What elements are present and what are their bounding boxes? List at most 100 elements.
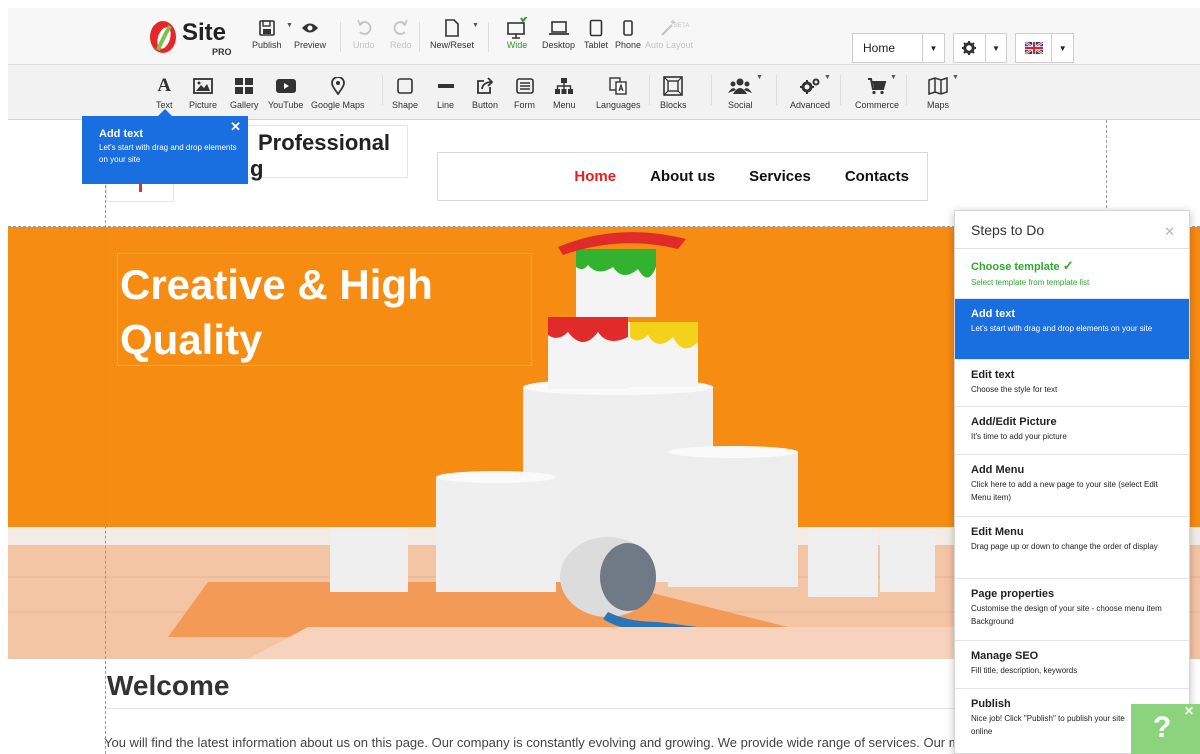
button-element-label: Button: [472, 100, 499, 110]
close-icon[interactable]: ✕: [1164, 224, 1175, 240]
tablet-view-button[interactable]: Tablet: [584, 18, 608, 50]
nav-item-contacts[interactable]: Contacts: [845, 168, 909, 185]
site-title[interactable]: Professional: [258, 130, 390, 155]
steps-panel: Steps to Do ✕ Choose template ✓ Select t…: [954, 210, 1190, 754]
tooltip-close-icon[interactable]: ✕: [230, 119, 241, 135]
save-icon: [258, 18, 276, 38]
line-element-label: Line: [437, 100, 455, 110]
add-text-tooltip: Add text Let's start with drag and drop …: [82, 116, 248, 184]
step-add-menu[interactable]: Add Menu Click here to add a new page to…: [955, 455, 1189, 517]
blocks-icon: [663, 75, 684, 97]
maps-element-label: Maps: [927, 100, 950, 110]
line-element-button[interactable]: Line: [437, 75, 454, 110]
brand-name: Site: [182, 19, 227, 46]
site-nav-menu[interactable]: Home About us Services Contacts: [437, 152, 928, 201]
map-icon: [928, 75, 948, 97]
picture-element-label: Picture: [189, 100, 218, 110]
commerce-caret-icon[interactable]: ▼: [890, 74, 897, 81]
shape-element-label: Shape: [392, 100, 419, 110]
welcome-heading[interactable]: Welcome: [107, 670, 229, 702]
youtube-element-label: YouTube: [268, 100, 304, 110]
menu-element-label: Menu: [553, 100, 576, 110]
tablet-icon: [589, 18, 603, 38]
advanced-element-label: Advanced: [790, 100, 831, 110]
step-add-text[interactable]: Add text Let's start with drag and drop …: [955, 299, 1189, 360]
button-element-button[interactable]: Button: [472, 75, 498, 110]
nav-item-about-us[interactable]: About us: [650, 168, 715, 185]
checkmark-icon: ✓: [1062, 258, 1074, 273]
preview-button[interactable]: Preview: [294, 18, 326, 50]
step-description: Drag page up or down to change the order…: [971, 542, 1158, 551]
wide-label: Wide: [506, 40, 528, 50]
canvas-guide-left: [105, 120, 106, 754]
site-title-line2[interactable]: g: [250, 156, 263, 182]
redo-button[interactable]: Redo: [390, 18, 412, 50]
shape-element-button[interactable]: Shape: [392, 75, 418, 110]
redo-label: Redo: [390, 40, 412, 50]
tooltip-arrow: [158, 109, 172, 116]
tooltip-title: Add text: [99, 128, 143, 140]
step-page-properties[interactable]: Page properties Customise the design of …: [955, 579, 1189, 641]
line-icon: [437, 75, 454, 97]
undo-button[interactable]: Undo: [353, 18, 375, 50]
social-icon: [728, 75, 753, 97]
publish-button[interactable]: Publish: [252, 18, 282, 50]
text-element-button[interactable]: A Text: [156, 75, 173, 110]
languages-element-label: Languages: [596, 100, 641, 110]
google-maps-element-button[interactable]: Google Maps: [311, 75, 365, 110]
auto-layout-button[interactable]: BETA Auto Layout: [645, 18, 693, 50]
gear-icon: [954, 41, 985, 55]
divider: [840, 75, 841, 105]
divider: [340, 22, 341, 52]
gallery-element-button[interactable]: Gallery: [230, 75, 259, 110]
step-edit-menu[interactable]: Edit Menu Drag page up or down to change…: [955, 517, 1189, 579]
step-edit-text[interactable]: Edit text Choose the style for text: [955, 360, 1189, 407]
gears-icon: [799, 75, 821, 97]
languages-element-button[interactable]: Languages: [596, 75, 641, 110]
gallery-element-label: Gallery: [230, 100, 259, 110]
advanced-caret-icon[interactable]: ▼: [824, 74, 831, 81]
hero-headline-line1[interactable]: Creative & High: [118, 257, 531, 312]
help-button[interactable]: ? ✕: [1131, 704, 1200, 754]
desktop-view-button[interactable]: Desktop: [542, 18, 575, 50]
new-reset-caret-icon[interactable]: ▼: [472, 22, 479, 29]
step-choose-template[interactable]: Choose template ✓ Select template from t…: [955, 249, 1189, 299]
sitepro-logo: Site PRO: [148, 19, 232, 57]
page-select[interactable]: Home ▼: [852, 33, 945, 63]
settings-select[interactable]: ▼: [953, 33, 1007, 63]
blocks-element-button[interactable]: Blocks: [660, 75, 687, 110]
step-title: Edit Menu: [971, 526, 1024, 538]
hero-headline-line2[interactable]: Quality: [118, 312, 531, 367]
step-description: Fill title, description, keywords: [971, 666, 1078, 675]
hero-headline-box[interactable]: Creative & High Quality: [117, 253, 532, 366]
help-close-icon[interactable]: ✕: [1184, 704, 1194, 718]
steps-panel-title: Steps to Do: [971, 221, 1045, 238]
wide-view-button[interactable]: Wide: [506, 17, 528, 50]
step-description: Click here to add a new page to your sit…: [971, 480, 1158, 502]
social-element-button[interactable]: Social: [728, 75, 753, 110]
form-icon: [515, 75, 534, 97]
phone-view-button[interactable]: Phone: [615, 18, 641, 50]
language-select[interactable]: ▼: [1015, 33, 1074, 63]
new-reset-button[interactable]: New/Reset: [430, 18, 474, 50]
beta-tag: BETA: [674, 23, 690, 29]
social-caret-icon[interactable]: ▼: [756, 74, 763, 81]
new-reset-label: New/Reset: [430, 40, 475, 50]
step-manage-seo[interactable]: Manage SEO Fill title, description, keyw…: [955, 641, 1189, 689]
maps-element-button[interactable]: Maps: [927, 75, 949, 110]
youtube-icon: [275, 75, 296, 97]
picture-element-button[interactable]: Picture: [189, 75, 217, 110]
nav-item-services[interactable]: Services: [749, 168, 811, 185]
divider: [488, 22, 489, 52]
step-title: Choose template: [971, 261, 1060, 273]
step-add-edit-picture[interactable]: Add/Edit Picture It's time to add your p…: [955, 407, 1189, 455]
menu-element-button[interactable]: Menu: [553, 75, 576, 110]
nav-item-home[interactable]: Home: [574, 168, 616, 185]
youtube-element-button[interactable]: YouTube: [268, 75, 303, 110]
page-select-value: Home: [863, 41, 896, 55]
form-element-button[interactable]: Form: [514, 75, 535, 110]
maps-caret-icon[interactable]: ▼: [952, 74, 959, 81]
undo-label: Undo: [353, 40, 375, 50]
help-question-icon: ?: [1153, 711, 1172, 744]
publish-caret-icon[interactable]: ▼: [286, 22, 293, 29]
